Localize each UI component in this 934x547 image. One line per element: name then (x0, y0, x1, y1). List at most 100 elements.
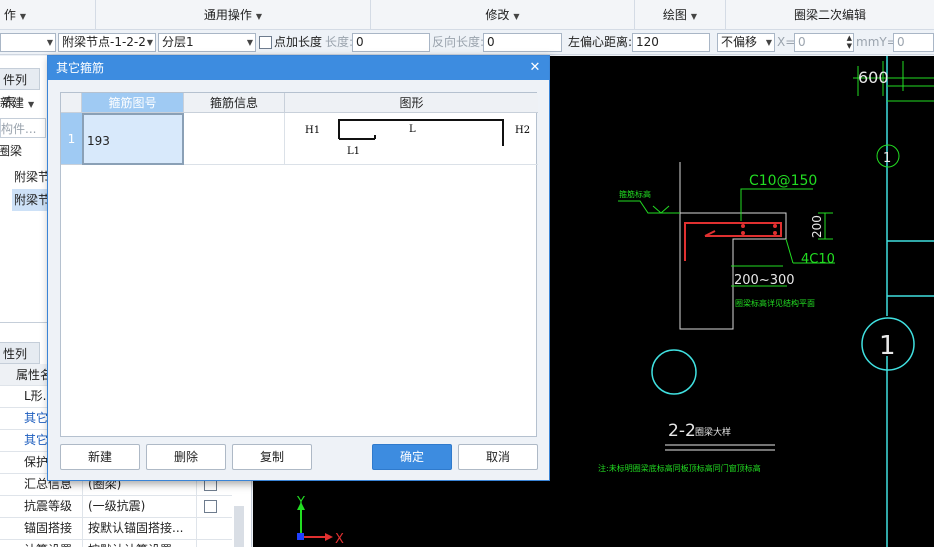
menu-label: 通用操作 (203, 8, 252, 22)
offset-combo[interactable]: 不偏移 ▼ (717, 33, 775, 52)
dimension-range: 200~300 (734, 273, 795, 288)
x-value: 0 (798, 35, 806, 49)
layer-combo[interactable]: 分层1 ▼ (158, 33, 256, 52)
leader-lines (618, 188, 835, 287)
left-offset-label: 左偏心距离: (568, 35, 633, 49)
chevron-down-icon: ▼ (765, 38, 772, 47)
stirrup-shape-diagram: H1 L H2 L1 (305, 119, 530, 157)
drawing-footnote: 注:未标明圈梁底标高同板顶标高同门窗顶标高 (598, 463, 761, 473)
shape-label-h2: H2 (515, 125, 530, 136)
property-value[interactable]: 按默认计算设置... (88, 540, 192, 547)
menu-general-operations[interactable]: 通用操作 ▼ (96, 0, 370, 30)
stirrup-info-cell[interactable] (184, 113, 285, 165)
property-name: 抗震等级 (24, 499, 73, 513)
tree-item-ring-beam[interactable]: 圈梁 (0, 140, 22, 162)
menu-ring-beam-edit[interactable]: 圈梁二次编辑 (726, 0, 934, 30)
property-scrollbar[interactable] (234, 506, 244, 547)
rebar-dots (741, 224, 777, 235)
x-input[interactable]: 0 ▲ ▼ (794, 33, 854, 52)
dialog-title: 其它箍筋 (56, 61, 105, 75)
close-icon[interactable]: ✕ (527, 56, 543, 80)
parameter-toolbar: ▼ 附梁节点-1-2-2 ▼ 分层1 ▼ 点加长度 长度: 0 反向长度: 0 左偏… (0, 30, 934, 55)
tab-property-list[interactable]: 性列表 (0, 342, 40, 383)
elevation-detail-note: 圈梁标高详见结构平面 (735, 298, 815, 308)
add-length-label: 点加长度 (274, 35, 323, 49)
reverse-length-label: 反向长度: (432, 35, 485, 49)
combo-value: 附梁节点-1-2-2 (62, 35, 146, 49)
dialog-title-bar[interactable]: 其它箍筋 ✕ (48, 56, 549, 80)
axis-bubble-label: 1 (879, 331, 896, 361)
y-input[interactable]: 0 (893, 33, 934, 52)
property-value[interactable]: 按默认锚固搭接... (88, 518, 192, 539)
menu-bar: 作 ▼ 通用操作 ▼ 修改 ▼ 绘图 ▼ 圈梁二次编辑 (0, 0, 934, 30)
property-value[interactable]: (一级抗震) (88, 496, 192, 517)
floor-combo[interactable]: ▼ (0, 33, 56, 52)
tree-item-attached-beam-node[interactable]: 附梁节 (14, 166, 50, 188)
column-header-stirrup-info[interactable]: 箍筋信息 (184, 93, 285, 113)
rebar-spec-top: C10@150 (749, 173, 817, 189)
menu-label: 绘图 (662, 8, 687, 22)
menu-label: 修改 (485, 8, 510, 22)
spinner-icon[interactable]: ▲ ▼ (847, 34, 852, 50)
chevron-down-icon: ▼ (255, 12, 263, 21)
tree-item-attached-beam-node-selected[interactable]: 附梁节 (12, 189, 50, 211)
left-offset-input[interactable]: 120 (632, 33, 710, 52)
shape-label-l: L (409, 124, 416, 135)
menu-label: 作 (3, 8, 16, 22)
section-title-suffix: 圈梁大样 (695, 426, 731, 438)
rebar-spec-bottom: 4C10 (801, 252, 835, 267)
column-header-shape[interactable]: 图形 (285, 93, 538, 113)
length-label: 长度: (325, 35, 354, 49)
component-combo[interactable]: 附梁节点-1-2-2 ▼ (58, 33, 156, 52)
axis-bubble-label-small: 1 (883, 151, 891, 166)
stirrup-table: 箍筋图号 箍筋信息 图形 1 193 H1 L H2 L1 (60, 92, 538, 437)
section-title: 2-2 (668, 421, 696, 441)
chevron-down-icon: ▼ (46, 38, 53, 47)
dimension-600: 600 (858, 68, 889, 87)
stirrup-shape-cell[interactable]: H1 L H2 L1 (285, 113, 538, 165)
axis-y-label: Y (296, 495, 305, 510)
chevron-down-icon: ▼ (690, 12, 698, 21)
cancel-button[interactable]: 取消 (458, 444, 538, 470)
new-component-button[interactable]: 新建 ▼ (0, 92, 34, 114)
new-label: 新建 (0, 96, 25, 110)
stirrup-code-cell[interactable]: 193 (82, 113, 184, 165)
chevron-down-icon: ▼ (513, 12, 520, 21)
elevation-note: 箍筋标高 (619, 189, 651, 199)
add-length-checkbox[interactable] (259, 36, 272, 49)
ok-button[interactable]: 确定 (372, 444, 452, 470)
reverse-length-input[interactable]: 0 (483, 33, 562, 52)
delete-button[interactable]: 删除 (146, 444, 226, 470)
chevron-down-icon: ▼ (28, 100, 35, 109)
property-name: 锚固搭接 (24, 521, 73, 535)
menu-modify[interactable]: 修改 ▼ (371, 0, 634, 30)
shape-label-h1: H1 (305, 125, 320, 136)
new-button[interactable]: 新建 (60, 444, 140, 470)
copy-button[interactable]: 复制 (232, 444, 312, 470)
chevron-down-icon: ▼ (246, 38, 253, 47)
shape-label-l1: L1 (347, 146, 360, 157)
property-name: 计算设置 (24, 540, 82, 547)
axis-x-label: X (335, 532, 344, 547)
component-search-input[interactable]: 构件... (0, 118, 46, 138)
property-row[interactable]: 抗震等级 (一级抗震) (0, 496, 232, 518)
x-label: X= (777, 35, 796, 49)
combo-value: 分层1 (162, 35, 194, 49)
row-number[interactable]: 1 (61, 113, 82, 165)
menu-operation[interactable]: 作 ▼ (0, 0, 30, 30)
y-label: mmY= (856, 35, 897, 49)
chevron-down-icon: ▼ (19, 12, 27, 21)
property-row[interactable]: 锚固搭接 按默认锚固搭接... (0, 518, 232, 540)
combo-value: 不偏移 (721, 35, 758, 49)
other-stirrup-dialog: 其它箍筋 ✕ 箍筋图号 箍筋信息 图形 1 193 H1 L H2 L1 新建 … (47, 55, 550, 481)
chevron-down-icon: ▼ (146, 38, 153, 47)
length-input[interactable]: 0 (352, 33, 430, 52)
property-row[interactable]: 计算设置按默认计算设置... (0, 540, 232, 547)
dimension-200: 200 (810, 215, 824, 238)
menu-draw[interactable]: 绘图 ▼ (635, 0, 725, 30)
menu-label: 圈梁二次编辑 (793, 8, 866, 22)
tab-component-list[interactable]: 件列表 (0, 68, 40, 109)
property-checkbox[interactable] (204, 500, 217, 513)
column-header-stirrup-code[interactable]: 箍筋图号 (82, 93, 184, 113)
row-number-header (61, 93, 82, 113)
